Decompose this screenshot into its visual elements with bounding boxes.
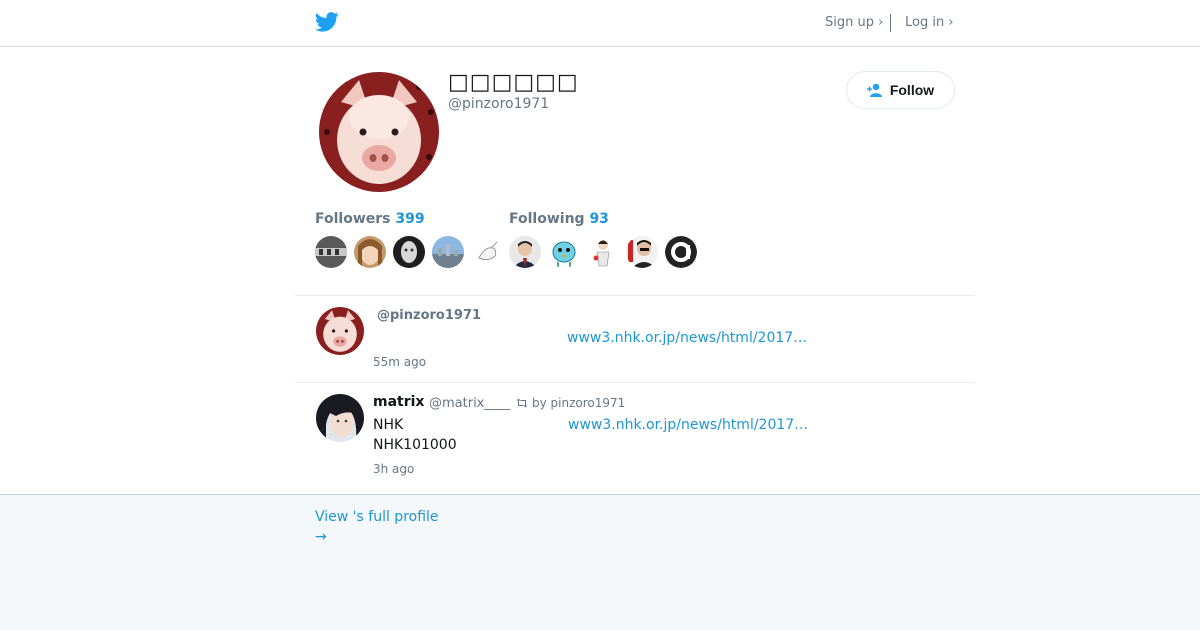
tweet-text-line: NHK101000 bbox=[373, 437, 457, 453]
tweet-avatar[interactable] bbox=[316, 307, 364, 355]
following-number: 93 bbox=[589, 211, 609, 227]
following-avatar[interactable] bbox=[665, 236, 697, 268]
view-full-profile-label: View 's full profile bbox=[315, 509, 439, 525]
follow-button-label: Follow bbox=[889, 82, 935, 98]
tweet-text-line: NHK bbox=[373, 417, 404, 433]
followers-avatars bbox=[315, 236, 503, 268]
tweet-avatar[interactable] bbox=[316, 394, 364, 442]
top-bar: Sign up › Log in › bbox=[0, 0, 1200, 47]
following-avatar[interactable] bbox=[548, 236, 580, 268]
retweeted-by[interactable]: by pinzoro1971 bbox=[532, 396, 625, 410]
log-in-link[interactable]: Log in › bbox=[905, 15, 954, 30]
nav-divider bbox=[890, 14, 891, 32]
profile-screen-name: @pinzoro1971 bbox=[448, 96, 550, 112]
tweet-link[interactable]: www3.nhk.or.jp/news/html/2017… bbox=[568, 417, 808, 433]
following-label: Following bbox=[509, 211, 585, 227]
pig-avatar-image bbox=[316, 307, 364, 355]
view-full-profile-link[interactable]: View 's full profile → bbox=[315, 507, 439, 547]
sign-up-link[interactable]: Sign up › bbox=[825, 15, 883, 30]
following-avatars bbox=[509, 236, 697, 268]
followers-count[interactable]: Followers 399 bbox=[315, 211, 425, 227]
following-count[interactable]: Following 93 bbox=[509, 211, 609, 227]
retweet-icon bbox=[516, 398, 528, 408]
following-avatar[interactable] bbox=[626, 236, 658, 268]
followers-number: 399 bbox=[395, 211, 425, 227]
arrow-right-icon: → bbox=[315, 529, 327, 545]
follower-avatar[interactable] bbox=[432, 236, 464, 268]
follower-avatar[interactable] bbox=[354, 236, 386, 268]
tweet-link[interactable]: www3.nhk.or.jp/news/html/2017… bbox=[567, 330, 807, 346]
follower-avatar[interactable] bbox=[315, 236, 347, 268]
divider bbox=[295, 295, 975, 296]
follower-avatar[interactable] bbox=[393, 236, 425, 268]
tweet-author-handle[interactable]: @matrix____ bbox=[429, 396, 510, 411]
follower-avatar[interactable] bbox=[471, 236, 503, 268]
pig-avatar-image bbox=[319, 72, 439, 192]
follow-button[interactable]: Follow bbox=[846, 71, 955, 109]
twitter-bird-icon[interactable] bbox=[315, 12, 339, 32]
tweet-author-handle[interactable]: @pinzoro1971 bbox=[377, 308, 481, 323]
footer: View 's full profile → bbox=[0, 494, 1200, 630]
add-user-icon bbox=[866, 83, 882, 97]
matrix-avatar-image bbox=[316, 394, 364, 442]
tweet-timestamp[interactable]: 3h ago bbox=[373, 462, 414, 476]
profile-display-name: □□□□□□ bbox=[448, 70, 579, 95]
tweet-author-name[interactable]: matrix bbox=[373, 394, 424, 410]
following-avatar[interactable] bbox=[587, 236, 619, 268]
divider bbox=[295, 382, 975, 383]
tweet-timestamp[interactable]: 55m ago bbox=[373, 355, 426, 369]
profile-avatar[interactable] bbox=[319, 72, 439, 192]
following-avatar[interactable] bbox=[509, 236, 541, 268]
followers-label: Followers bbox=[315, 211, 391, 227]
